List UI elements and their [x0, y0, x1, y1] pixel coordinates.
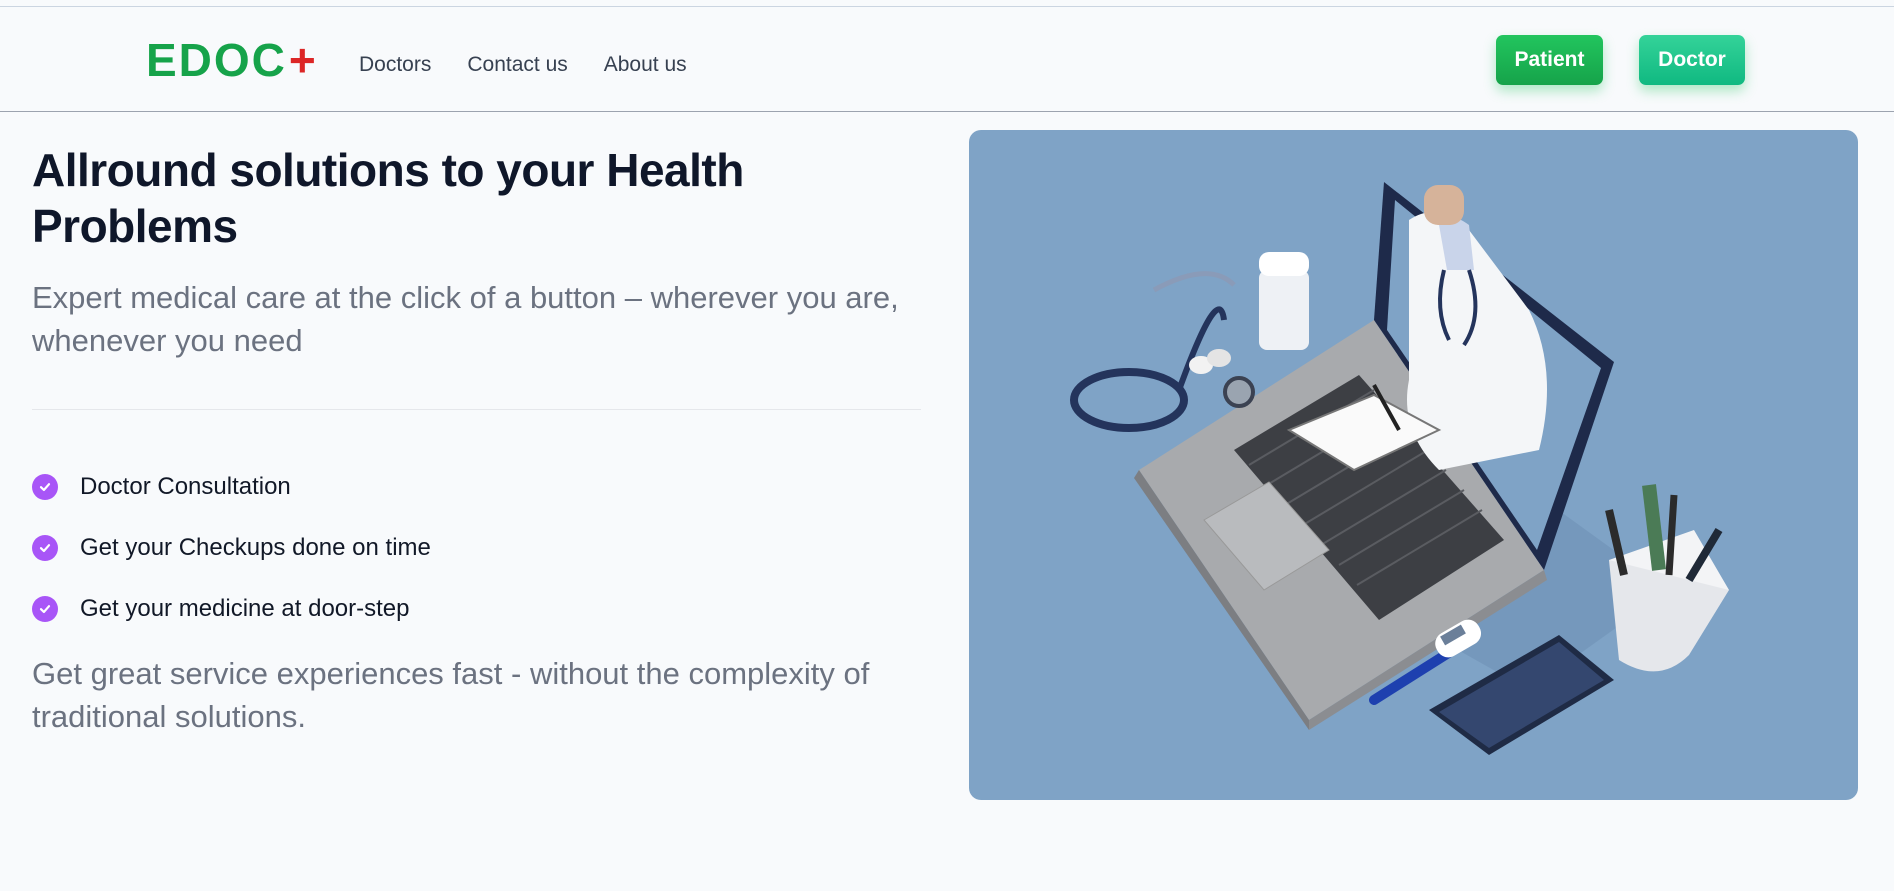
feature-list: Doctor Consultation Get your Checkups do…	[32, 456, 431, 639]
hero-subtitle: Expert medical care at the click of a bu…	[32, 280, 899, 358]
check-circle-icon	[32, 534, 58, 561]
brand-logo[interactable]: EDOC+	[146, 37, 318, 83]
feature-item: Get your Checkups done on time	[32, 517, 431, 578]
telemedicine-illustration	[1070, 182, 1729, 755]
feature-label: Get your Checkups done on time	[80, 533, 431, 561]
nav-link-contact-us[interactable]: Contact us	[467, 53, 567, 77]
feature-label: Doctor Consultation	[80, 472, 291, 500]
feature-item: Doctor Consultation	[32, 456, 431, 517]
hero-illustration-telemedicine	[969, 130, 1858, 800]
feature-item: Get your medicine at door-step	[32, 578, 431, 639]
check-circle-icon	[32, 595, 58, 622]
navbar: EDOC+ Doctors Contact us About us Patien…	[0, 7, 1894, 112]
brand-plus-mark: +	[288, 34, 318, 86]
patient-button[interactable]: Patient	[1496, 35, 1603, 85]
nav-links: Doctors Contact us About us	[359, 53, 687, 77]
brand-name: EDOC	[146, 34, 287, 86]
doctor-button[interactable]: Doctor	[1639, 35, 1745, 85]
hero-divider	[32, 409, 921, 410]
check-circle-icon	[32, 473, 58, 500]
nav-link-about-us[interactable]: About us	[604, 53, 687, 77]
nav-link-doctors[interactable]: Doctors	[359, 53, 431, 77]
hero-title: Allround solutions to your Health Proble…	[32, 144, 744, 252]
hero-note: Get great service experiences fast - wit…	[32, 656, 870, 734]
feature-label: Get your medicine at door-step	[80, 594, 410, 622]
